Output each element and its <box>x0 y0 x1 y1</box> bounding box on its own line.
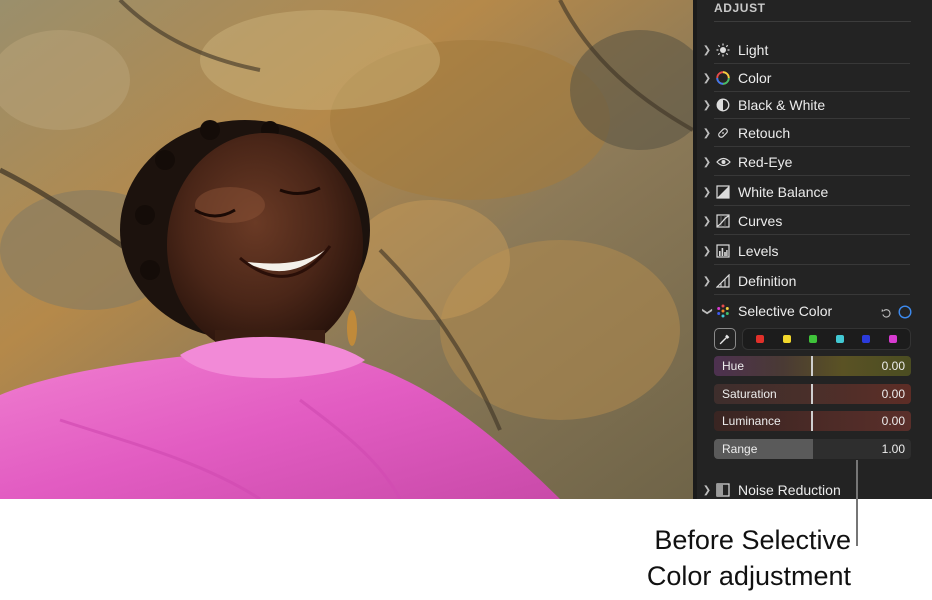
adjust-item-label: Definition <box>738 273 797 289</box>
adjust-item-label: Retouch <box>738 125 791 141</box>
adjust-item-white-balance[interactable]: ❯ White Balance <box>693 178 912 206</box>
triangle-icon <box>715 273 731 289</box>
row-divider <box>714 234 910 235</box>
adjust-item-red-eye[interactable]: ❯ Red-Eye <box>693 148 912 176</box>
slider-label: Range <box>722 442 758 456</box>
toggle-circle-icon[interactable] <box>898 305 912 324</box>
swatch-cyan[interactable] <box>835 335 844 343</box>
row-divider <box>714 175 910 176</box>
hue-slider[interactable]: Hue 0.00 <box>714 356 911 376</box>
levels-icon <box>715 243 731 259</box>
sun-icon <box>715 42 731 58</box>
eye-icon <box>715 154 731 170</box>
adjust-item-label: Levels <box>738 243 779 259</box>
row-divider <box>714 264 910 265</box>
adjust-item-noise-reduction[interactable]: ❯ Noise Reduction <box>693 476 912 499</box>
bandage-icon <box>715 125 731 141</box>
swatch-magenta[interactable] <box>888 335 897 343</box>
adjust-item-label: Noise Reduction <box>738 482 841 498</box>
slider-knob[interactable] <box>811 411 813 431</box>
title-divider <box>714 21 911 22</box>
chevron-right-icon[interactable]: ❯ <box>702 100 712 111</box>
adjust-item-definition[interactable]: ❯ Definition <box>693 267 912 295</box>
adjust-item-retouch[interactable]: ❯ Retouch <box>693 119 912 147</box>
photo-preview <box>0 0 693 499</box>
half-circle-icon <box>715 97 731 113</box>
curves-icon <box>715 213 731 229</box>
color-wheel-icon <box>715 70 731 86</box>
reset-icon[interactable] <box>881 306 892 324</box>
slider-label: Hue <box>722 359 745 373</box>
adjust-item-levels[interactable]: ❯ Levels <box>693 237 912 265</box>
slider-value: 1.00 <box>881 442 905 456</box>
caption-line: Color adjustment <box>646 561 851 591</box>
eyedropper-icon <box>719 334 730 345</box>
slider-value: 0.00 <box>881 414 905 428</box>
row-divider <box>714 205 910 206</box>
slider-value: 0.00 <box>881 359 905 373</box>
panel-title: ADJUST <box>714 1 766 15</box>
range-slider[interactable]: Range 1.00 <box>714 439 911 459</box>
adjust-item-selective-color[interactable]: ❯ Selective Color <box>693 297 912 325</box>
row-divider <box>714 146 910 147</box>
saturation-slider[interactable]: Saturation 0.00 <box>714 384 911 404</box>
slider-knob[interactable] <box>811 356 813 376</box>
slider-knob[interactable] <box>811 384 813 404</box>
adjust-item-label: Red-Eye <box>738 154 793 170</box>
adjust-item-label: Curves <box>738 213 783 229</box>
white-balance-icon <box>715 184 731 200</box>
caption-line: Before Selective <box>654 525 851 555</box>
chevron-right-icon[interactable]: ❯ <box>702 216 712 227</box>
callout-line <box>856 460 858 546</box>
photo-image <box>0 0 693 499</box>
adjust-item-label: Black & White <box>738 97 826 113</box>
eyedropper-button[interactable] <box>714 328 736 350</box>
color-dots-icon <box>715 303 731 319</box>
chevron-right-icon[interactable]: ❯ <box>702 128 712 139</box>
swatch-red[interactable] <box>756 335 765 343</box>
swatch-green[interactable] <box>809 335 818 343</box>
swatch-yellow[interactable] <box>782 335 791 343</box>
noise-icon <box>715 482 731 498</box>
chevron-right-icon[interactable]: ❯ <box>702 276 712 287</box>
adjust-item-label: White Balance <box>738 184 829 200</box>
slider-label: Saturation <box>722 387 777 401</box>
color-swatch-row <box>714 328 911 350</box>
callout-caption: Before Selective Color adjustment <box>647 522 851 594</box>
color-swatches <box>742 328 911 350</box>
adjust-item-color[interactable]: ❯ Color <box>693 64 912 92</box>
chevron-down-icon[interactable]: ❯ <box>702 306 713 316</box>
adjust-item-label: Selective Color <box>738 303 833 319</box>
slider-label: Luminance <box>722 414 781 428</box>
adjust-item-black-white[interactable]: ❯ Black & White <box>693 91 912 119</box>
chevron-right-icon[interactable]: ❯ <box>702 73 712 84</box>
chevron-right-icon[interactable]: ❯ <box>702 485 712 496</box>
chevron-right-icon[interactable]: ❯ <box>702 45 712 56</box>
adjust-item-label: Color <box>738 70 772 86</box>
row-divider <box>714 294 910 295</box>
luminance-slider[interactable]: Luminance 0.00 <box>714 411 911 431</box>
adjust-panel: ADJUST ❯ Light ❯ Color ❯ Black & White ❯… <box>693 0 932 499</box>
adjust-item-label: Light <box>738 42 769 58</box>
selective-color-tools <box>881 305 912 324</box>
adjust-item-curves[interactable]: ❯ Curves <box>693 207 912 235</box>
swatch-blue[interactable] <box>862 335 871 343</box>
adjust-item-light[interactable]: ❯ Light <box>693 36 912 64</box>
chevron-right-icon[interactable]: ❯ <box>702 246 712 257</box>
chevron-right-icon[interactable]: ❯ <box>702 187 712 198</box>
chevron-right-icon[interactable]: ❯ <box>702 157 712 168</box>
slider-value: 0.00 <box>881 387 905 401</box>
